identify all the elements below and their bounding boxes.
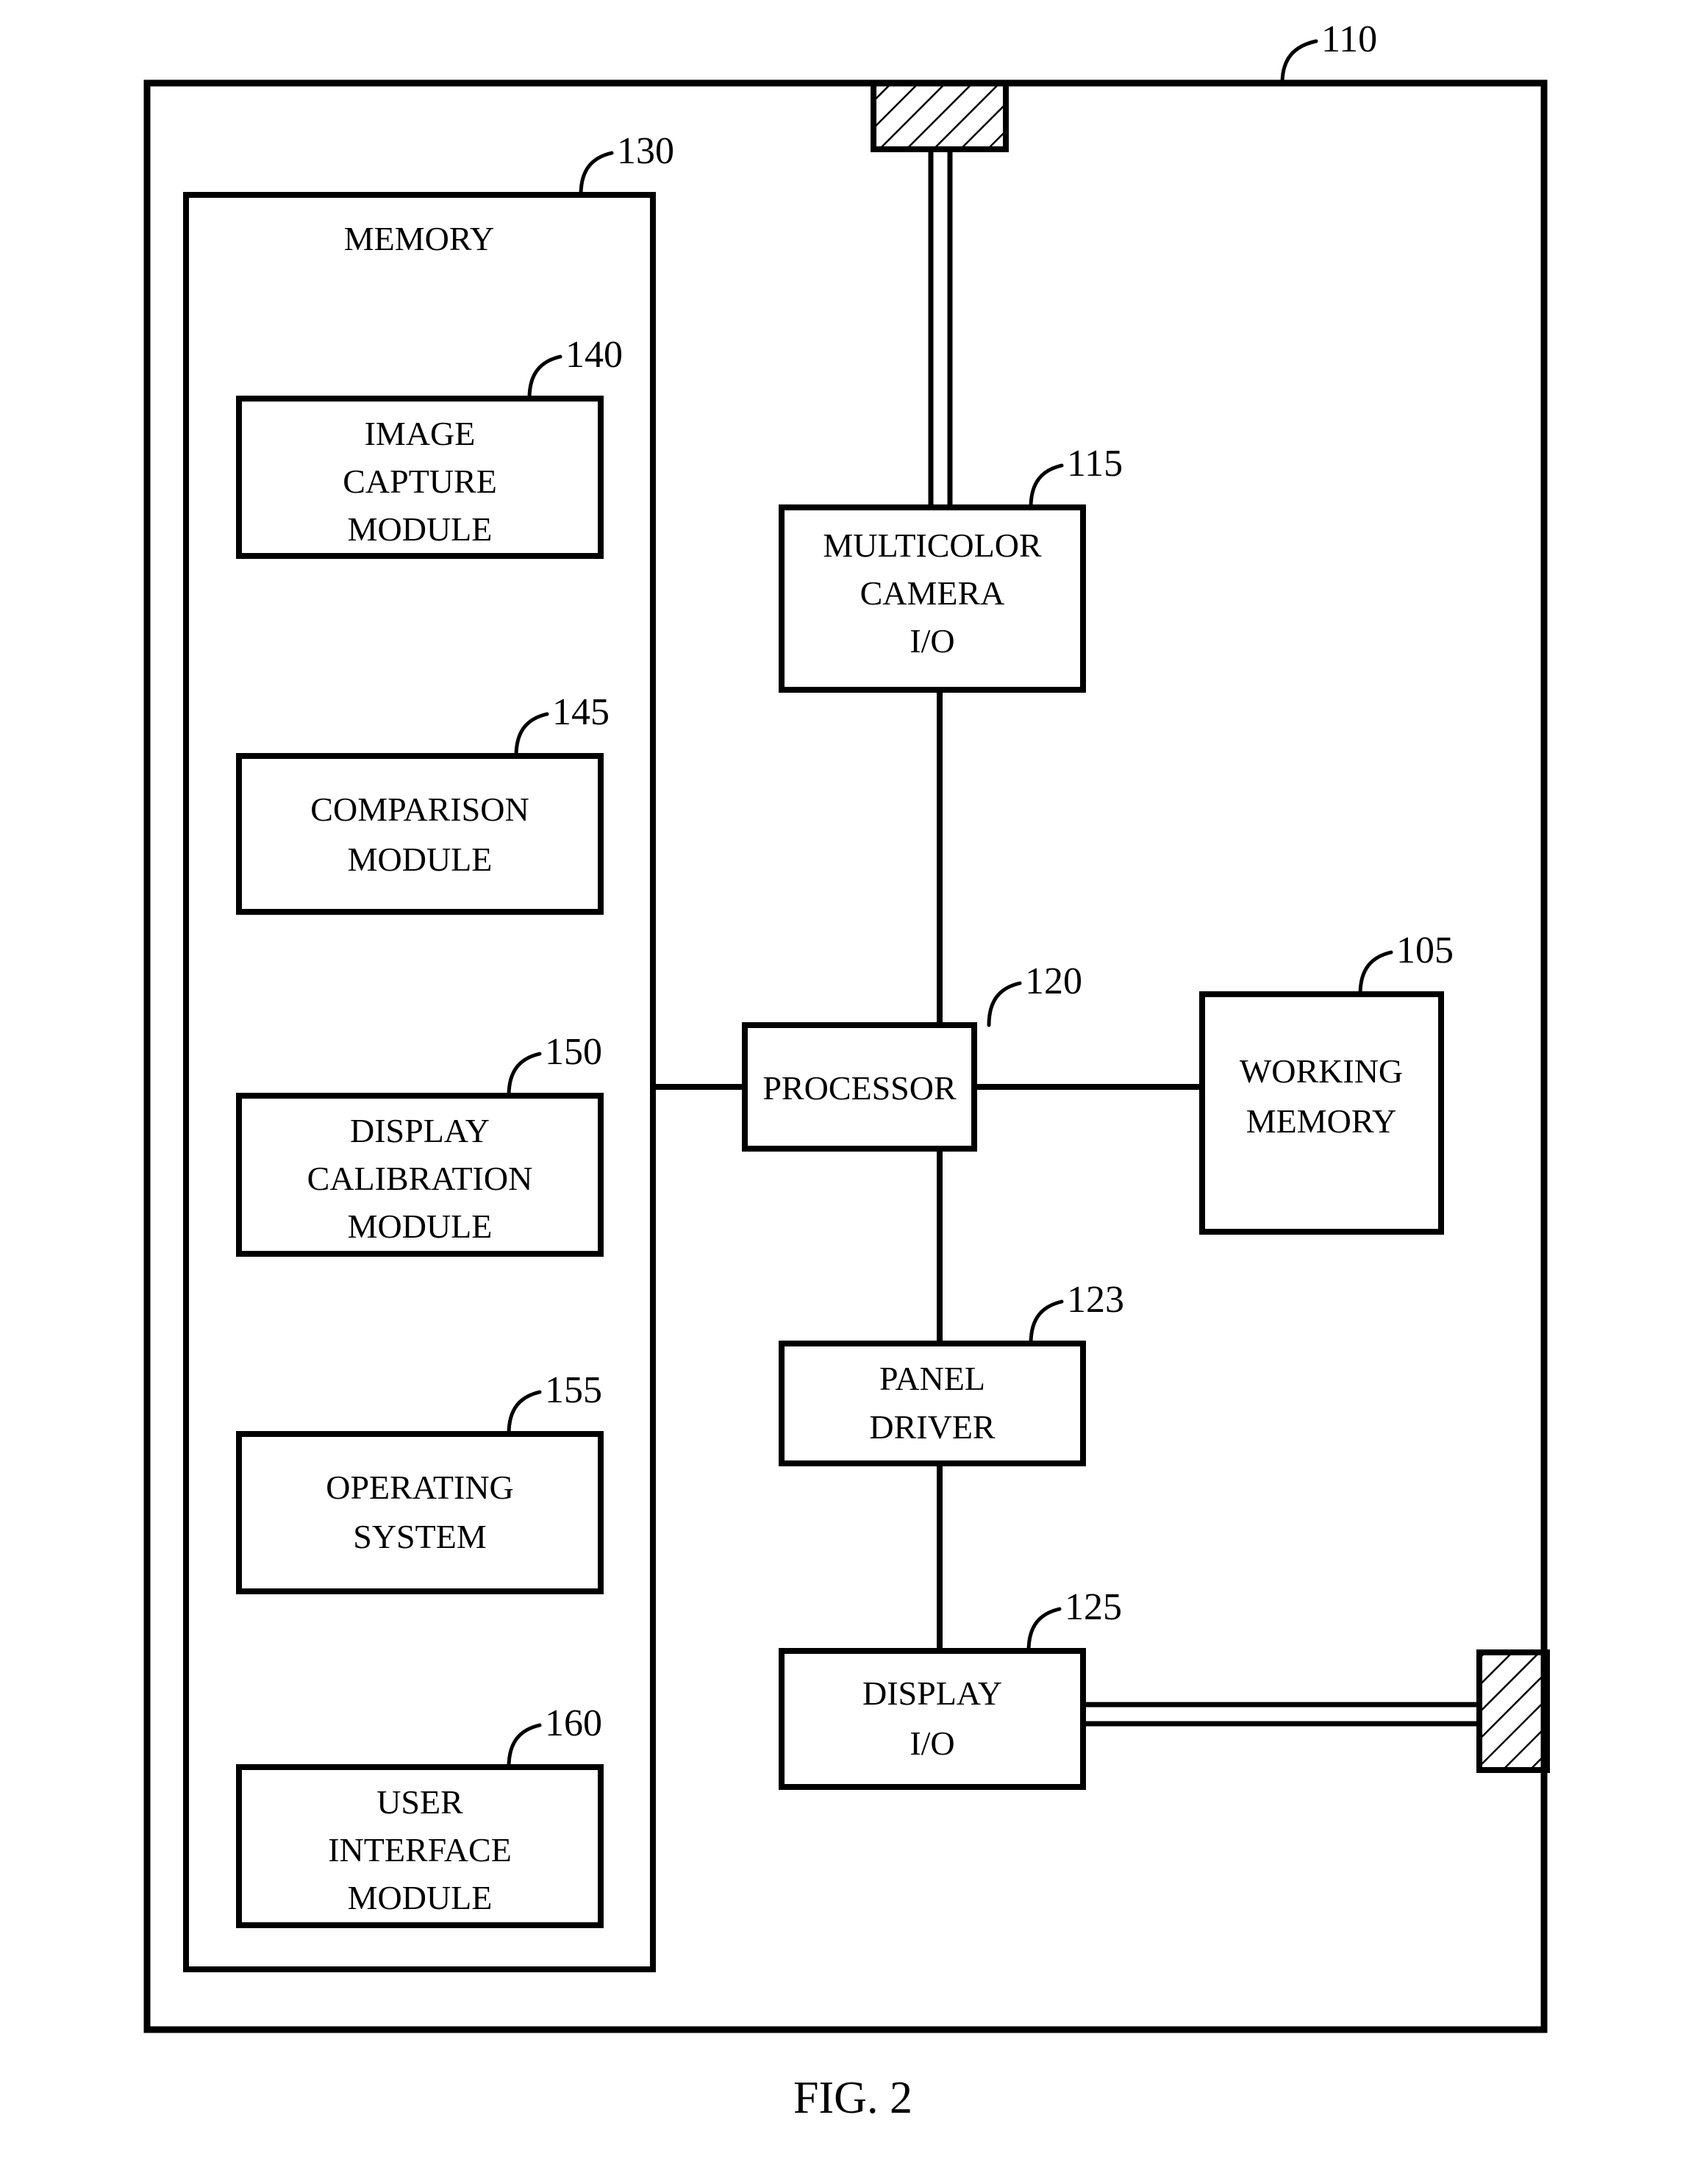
- leader-line-105: [1358, 950, 1393, 996]
- ref-number-105: 105: [1396, 930, 1454, 971]
- panel-driver-label-line2: DRIVER: [869, 1408, 996, 1446]
- leader-line-150: [507, 1052, 542, 1098]
- image-capture-module-label-line1: IMAGE: [365, 415, 476, 452]
- figure-container: 110 MEMORY 130 IMAGE CAPTURE MODULE 140 …: [0, 0, 1708, 2162]
- operating-system-module-label-line2: SYSTEM: [353, 1518, 486, 1555]
- working-memory-label-line2: MEMORY: [1246, 1102, 1396, 1140]
- leader-line-140: [527, 354, 562, 401]
- comparison-module-label-line2: MODULE: [348, 841, 493, 878]
- figure-caption: FIG. 2: [793, 2073, 912, 2123]
- leader-line-130: [579, 151, 614, 197]
- memory-block-label: MEMORY: [344, 220, 494, 257]
- ref-number-155: 155: [545, 1369, 602, 1411]
- leader-line-123: [1029, 1299, 1064, 1346]
- ref-number-120: 120: [1025, 960, 1082, 1002]
- multicolor-camera-io-label-line2: CAMERA: [860, 574, 1005, 612]
- display-io-label-line1: DISPLAY: [862, 1674, 1002, 1712]
- display-calibration-module-label-line2: CALIBRATION: [307, 1160, 533, 1197]
- comparison-module-label-line1: COMPARISON: [310, 791, 529, 828]
- patent-figure-svg: 110 MEMORY 130 IMAGE CAPTURE MODULE 140 …: [143, 18, 1550, 2123]
- leader-line-115: [1029, 463, 1064, 510]
- display-io-box: [779, 1648, 1086, 1790]
- ref-number-125: 125: [1065, 1586, 1122, 1628]
- camera-sensor-port-icon: [871, 80, 1009, 152]
- ref-number-160: 160: [545, 1702, 602, 1744]
- image-capture-module-label-line2: CAPTURE: [343, 463, 497, 500]
- multicolor-camera-io-label-line3: I/O: [910, 622, 954, 660]
- leader-line-160: [507, 1723, 542, 1769]
- leader-line-155: [507, 1390, 542, 1436]
- multicolor-camera-io-label-line1: MULTICOLOR: [823, 527, 1042, 564]
- operating-system-module-box: [236, 1431, 604, 1594]
- leader-line-145: [514, 712, 549, 758]
- processor-label: PROCESSOR: [762, 1069, 957, 1107]
- ref-number-145: 145: [552, 691, 610, 733]
- ref-number-123: 123: [1067, 1279, 1124, 1321]
- operating-system-module-label-line1: OPERATING: [326, 1469, 514, 1506]
- display-calibration-module-label-line1: DISPLAY: [350, 1112, 490, 1149]
- user-interface-module-label-line1: USER: [376, 1783, 463, 1821]
- user-interface-module-label-line2: INTERFACE: [328, 1831, 512, 1869]
- working-memory-label-line1: WORKING: [1240, 1052, 1403, 1090]
- leader-line-125: [1026, 1607, 1062, 1653]
- panel-driver-label-line1: PANEL: [879, 1360, 985, 1397]
- display-io-label-line2: I/O: [910, 1724, 954, 1762]
- display-calibration-module-label-line3: MODULE: [348, 1207, 493, 1245]
- ref-number-140: 140: [565, 334, 623, 376]
- ref-number-150: 150: [545, 1031, 602, 1073]
- comparison-module-box: [236, 753, 604, 915]
- ref-number-115: 115: [1067, 443, 1123, 485]
- leader-line-120: [987, 981, 1022, 1027]
- image-capture-module-label-line3: MODULE: [348, 510, 493, 548]
- ref-number-110: 110: [1321, 18, 1377, 60]
- ref-number-130: 130: [617, 130, 674, 172]
- display-panel-port-icon: [1476, 1649, 1550, 1773]
- user-interface-module-label-line3: MODULE: [348, 1879, 493, 1916]
- leader-line-110: [1280, 39, 1318, 85]
